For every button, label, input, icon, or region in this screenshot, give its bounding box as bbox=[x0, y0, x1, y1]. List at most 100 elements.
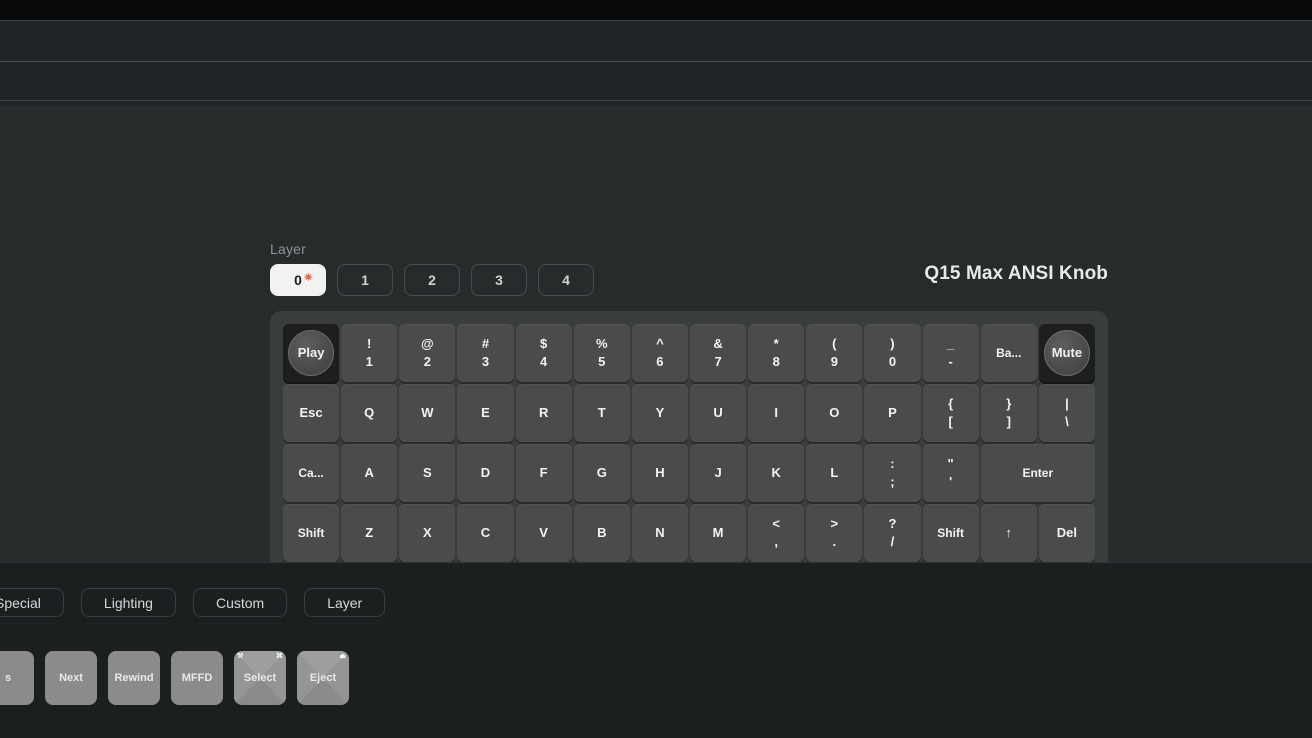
keycap-key-r0c2[interactable]: @2 bbox=[399, 324, 456, 382]
keycap-shift-r3c0[interactable]: Shift bbox=[283, 504, 340, 562]
keycap-legend-primary: G bbox=[596, 465, 607, 481]
keycap-key-r3c9[interactable]: >. bbox=[806, 504, 863, 562]
tab-label: Lighting bbox=[103, 594, 153, 611]
keycap-play-r0c0[interactable]: Play bbox=[283, 324, 340, 382]
keycap-l-r2c9[interactable]: L bbox=[806, 444, 863, 502]
keycap-legend-secondary: 5 bbox=[598, 354, 606, 369]
keycap-m-r3c7[interactable]: M bbox=[689, 504, 747, 562]
keycap-mute-r0c13[interactable]: Mute bbox=[1038, 324, 1095, 382]
keycap-key-r2c10[interactable]: :; bbox=[864, 444, 921, 502]
keycap-i-r1c8[interactable]: I bbox=[748, 384, 805, 442]
keycap-n-r3c6[interactable]: N bbox=[631, 504, 688, 562]
keycap-legend-primary: X bbox=[423, 525, 432, 541]
keycap-legend-primary: Shift bbox=[297, 525, 325, 540]
keycap-ba-r0c12[interactable]: Ba... bbox=[980, 324, 1037, 382]
keycap-key-r1c13[interactable]: | \ bbox=[1038, 384, 1095, 442]
keycap-legend-primary: ^ bbox=[656, 336, 664, 352]
keycap-key-r3c8[interactable]: <, bbox=[748, 504, 805, 562]
keycap-t-r1c5[interactable]: T bbox=[573, 384, 630, 442]
keycap-key-r0c5[interactable]: % 5 bbox=[573, 324, 630, 382]
keycap-d-r2c3[interactable]: D bbox=[457, 444, 514, 502]
keycap-legend-primary: $ bbox=[540, 336, 548, 352]
layer-button-label: 4 bbox=[562, 272, 570, 288]
keycap-j-r2c7[interactable]: J bbox=[689, 444, 747, 502]
keycap-legend-primary: U bbox=[713, 405, 723, 421]
keycap-key-r0c1[interactable]: ! 1 bbox=[341, 324, 398, 382]
layer-button-1[interactable]: 1 bbox=[337, 264, 393, 296]
pool-key-s[interactable]: s bbox=[0, 651, 34, 705]
app-root: Layer 0 ✷ 1 2 3 4 Q15 Max ANSI Knob Play! 1 @2 #… bbox=[0, 0, 1312, 738]
keycap-legend-primary: } bbox=[1006, 396, 1012, 412]
pool-key-next[interactable]: Next bbox=[45, 651, 97, 705]
keycap-legend-primary: Z bbox=[365, 525, 374, 541]
keycap-p-r1c10[interactable]: P bbox=[864, 384, 921, 442]
keycap-s-r2c2[interactable]: S bbox=[399, 444, 456, 502]
keycap-a-r2c1[interactable]: A bbox=[341, 444, 398, 502]
layer-button-3[interactable]: 3 bbox=[471, 264, 527, 296]
keycap-key-r0c4[interactable]: $4 bbox=[515, 324, 572, 382]
pool-key-rewind[interactable]: Rewind bbox=[108, 651, 160, 705]
layer-button-label: 0 bbox=[294, 272, 302, 288]
keycap-legend-primary: & bbox=[713, 336, 723, 352]
tab-custom[interactable]: Custom bbox=[192, 588, 288, 617]
keycap-u-r1c7[interactable]: U bbox=[689, 384, 747, 442]
pool-key-eject[interactable]: ⏏ Eject bbox=[297, 651, 349, 705]
keycap-legend-secondary: [ bbox=[948, 414, 953, 429]
keycap-h-r2c6[interactable]: H bbox=[631, 444, 688, 502]
keycap-q-r1c1[interactable]: Q bbox=[341, 384, 398, 442]
layer-button-4[interactable]: 4 bbox=[538, 264, 594, 296]
keycap-shift-r3c11[interactable]: Shift bbox=[922, 504, 979, 562]
keycap-x-r3c2[interactable]: X bbox=[399, 504, 456, 562]
keycap-key-r0c6[interactable]: ^ 6 bbox=[631, 324, 688, 382]
layer-button-0[interactable]: 0 ✷ bbox=[270, 264, 326, 296]
keycap-v-r3c4[interactable]: V bbox=[515, 504, 572, 562]
keycap-key-r0c9[interactable]: (9 bbox=[806, 324, 863, 382]
keycap-ca-r2c0[interactable]: Ca... bbox=[283, 444, 340, 502]
keycap-key-r3c10[interactable]: ? / bbox=[864, 504, 921, 562]
keycap-del-r3c13[interactable]: Del bbox=[1038, 504, 1095, 562]
keycap-r-r1c4[interactable]: R bbox=[515, 384, 572, 442]
keycap-key-r0c7[interactable]: & 7 bbox=[689, 324, 747, 382]
pool-key-select[interactable]: ⚒ ⌘ Select bbox=[234, 651, 286, 705]
keyboard-row: Shift Z X C V B N M <, >.? / Shift ↑ Del bbox=[283, 504, 1095, 562]
keycap-key-r1c11[interactable]: {[ bbox=[922, 384, 979, 442]
keycap-key-r0c11[interactable]: _ - bbox=[922, 324, 979, 382]
keycap-key-r0c8[interactable]: * 8 bbox=[748, 324, 805, 382]
keycap-f-r2c4[interactable]: F bbox=[515, 444, 572, 502]
keycap-legend-primary: * bbox=[773, 336, 779, 352]
tab-lighting[interactable]: Lighting bbox=[80, 588, 176, 617]
pool-key-mffd[interactable]: MFFD bbox=[171, 651, 223, 705]
keycap-w-r1c2[interactable]: W bbox=[399, 384, 456, 442]
tab-layer[interactable]: Layer bbox=[304, 588, 386, 617]
keycap-key-r1c12[interactable]: }] bbox=[980, 384, 1037, 442]
keycap-legend-secondary: 0 bbox=[888, 354, 897, 369]
keycap-key-r0c3[interactable]: #3 bbox=[457, 324, 514, 382]
keycap-key-r3c12[interactable]: ↑ bbox=[980, 504, 1037, 562]
keycap-legend-primary: C bbox=[480, 525, 491, 541]
keycap-legend-secondary: 9 bbox=[830, 354, 838, 369]
keycap-key-r0c10[interactable]: ) 0 bbox=[864, 324, 921, 382]
keycap-b-r3c5[interactable]: B bbox=[573, 504, 630, 562]
keyboard-row: Esc Q W E R T Y U I O P{[}] | \ bbox=[283, 384, 1095, 442]
keycap-key-r2c11[interactable]: " ' bbox=[922, 444, 979, 502]
keycap-legend-secondary: ] bbox=[1006, 414, 1011, 429]
keycap-legend-primary: # bbox=[481, 336, 490, 352]
keycap-legend-primary: A bbox=[364, 465, 374, 481]
keycap-legend-secondary: . bbox=[832, 534, 837, 549]
keycap-legend-primary: Ca... bbox=[298, 465, 324, 480]
keycap-e-r1c3[interactable]: E bbox=[457, 384, 514, 442]
keycap-c-r3c3[interactable]: C bbox=[457, 504, 514, 562]
keycap-esc-r1c0[interactable]: Esc bbox=[283, 384, 340, 442]
keycap-enter-r2c12[interactable]: Enter bbox=[980, 444, 1095, 502]
tab-special[interactable]: Special bbox=[0, 588, 64, 617]
pool-key-label: Next bbox=[59, 672, 83, 684]
keycap-legend-primary: ? bbox=[888, 516, 897, 532]
keycap-g-r2c5[interactable]: G bbox=[573, 444, 630, 502]
keycap-z-r3c1[interactable]: Z bbox=[341, 504, 398, 562]
layer-button-2[interactable]: 2 bbox=[404, 264, 460, 296]
keycap-legend-primary: Esc bbox=[299, 405, 323, 421]
keycap-y-r1c6[interactable]: Y bbox=[631, 384, 688, 442]
keycap-k-r2c8[interactable]: K bbox=[748, 444, 805, 502]
keycap-legend-primary: % bbox=[595, 336, 608, 352]
keycap-o-r1c9[interactable]: O bbox=[806, 384, 863, 442]
